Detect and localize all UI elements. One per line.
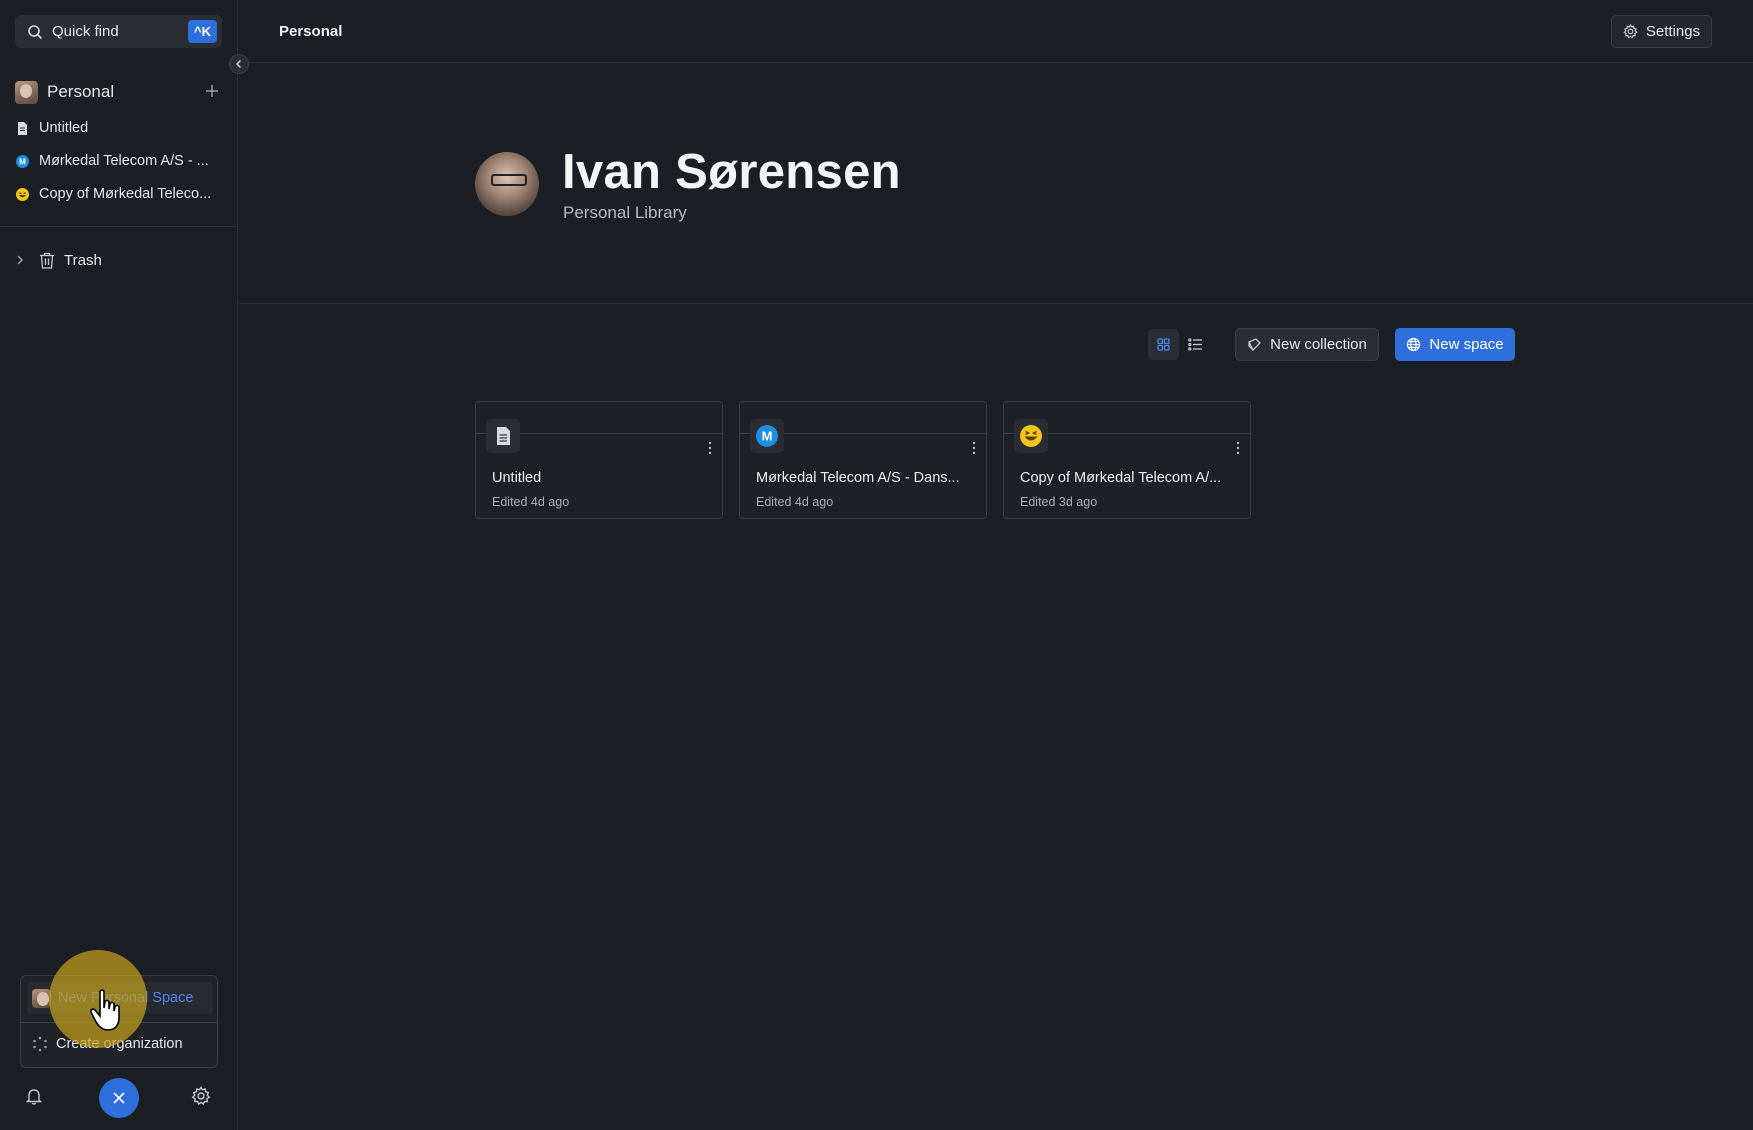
svg-text:M: M (762, 429, 773, 444)
sidebar: Quick find ^K Personal Untitled M Mørked… (0, 0, 238, 1130)
more-options-icon[interactable] (707, 440, 713, 456)
bell-icon[interactable] (24, 1086, 44, 1106)
more-options-icon[interactable] (971, 440, 977, 456)
collapse-sidebar-button[interactable] (229, 54, 249, 74)
svg-text:M: M (19, 157, 26, 166)
plus-icon[interactable] (201, 80, 223, 102)
card-title: Untitled (492, 470, 542, 486)
profile-subtitle: Personal Library (563, 203, 687, 222)
chevron-left-icon (235, 59, 242, 69)
sidebar-item-morkedal[interactable]: M Mørkedal Telecom A/S - ... (15, 148, 223, 174)
section-label: Personal (47, 82, 115, 101)
document-icon (486, 419, 520, 453)
quick-find-button[interactable]: Quick find ^K (15, 15, 222, 48)
sidebar-item-label: Untitled (39, 120, 89, 136)
trash-icon (40, 252, 54, 269)
card-edited-time: Edited 3d ago (1020, 495, 1098, 509)
avatar (15, 80, 38, 104)
card-title: Copy of Mørkedal Telecom A/... (1020, 470, 1222, 486)
sidebar-item-untitled[interactable]: Untitled (15, 115, 223, 141)
search-icon (28, 24, 43, 39)
quick-find-label: Quick find (52, 23, 119, 40)
card-edited-time: Edited 4d ago (492, 495, 570, 509)
gear-icon (1623, 24, 1638, 39)
space-card-untitled[interactable]: Untitled Edited 4d ago (475, 401, 723, 519)
chevron-right-icon[interactable] (15, 254, 25, 266)
list-view-toggle[interactable] (1180, 329, 1211, 360)
profile-name: Ivan Sørensen (562, 145, 901, 199)
gear-icon[interactable] (191, 1086, 211, 1106)
settings-button[interactable]: Settings (1611, 15, 1712, 48)
close-menu-button[interactable] (99, 1078, 139, 1118)
sidebar-item-label: Copy of Mørkedal Teleco... (39, 186, 212, 202)
new-space-label: New space (1429, 336, 1504, 353)
breadcrumb[interactable]: Personal (279, 23, 342, 40)
sidebar-item-copy-morkedal[interactable]: Copy of Mørkedal Teleco... (15, 181, 223, 207)
collection-icon (1248, 338, 1262, 352)
laughing-emoji-icon (15, 187, 29, 201)
grid-icon (1157, 338, 1170, 351)
document-icon (15, 121, 29, 135)
organization-icon (33, 1036, 47, 1052)
top-bar: Personal Settings (239, 0, 1753, 63)
card-title: Mørkedal Telecom A/S - Dans... (756, 470, 960, 486)
new-space-button[interactable]: New space (1395, 328, 1515, 361)
new-collection-label: New collection (1270, 336, 1367, 353)
trash-label: Trash (64, 251, 102, 269)
sidebar-item-trash[interactable]: Trash (15, 247, 102, 273)
hand-cursor-icon (90, 989, 120, 1031)
new-collection-button[interactable]: New collection (1235, 328, 1379, 361)
list-icon (1188, 338, 1202, 351)
globe-icon (1407, 337, 1421, 352)
m-badge-icon: M (15, 154, 29, 168)
profile-avatar (475, 152, 539, 216)
space-card-copy-morkedal[interactable]: Copy of Mørkedal Telecom A/... Edited 3d… (1003, 401, 1251, 519)
grid-view-toggle[interactable] (1148, 329, 1179, 360)
sidebar-item-label: Mørkedal Telecom A/S - ... (39, 153, 209, 169)
m-badge-icon: M (750, 419, 784, 453)
laughing-emoji-icon (1014, 419, 1048, 453)
space-card-morkedal[interactable]: M Mørkedal Telecom A/S - Dans... Edited … (739, 401, 987, 519)
settings-label: Settings (1645, 23, 1701, 40)
sidebar-divider (0, 226, 238, 227)
profile-header: Ivan Sørensen Personal Library (239, 64, 1753, 304)
sidebar-bottom-bar (0, 1078, 238, 1118)
personal-section-header[interactable]: Personal (15, 78, 223, 106)
more-options-icon[interactable] (1235, 440, 1241, 456)
close-icon (113, 1092, 125, 1104)
card-edited-time: Edited 4d ago (756, 495, 834, 509)
quick-find-shortcut: ^K (188, 20, 217, 43)
